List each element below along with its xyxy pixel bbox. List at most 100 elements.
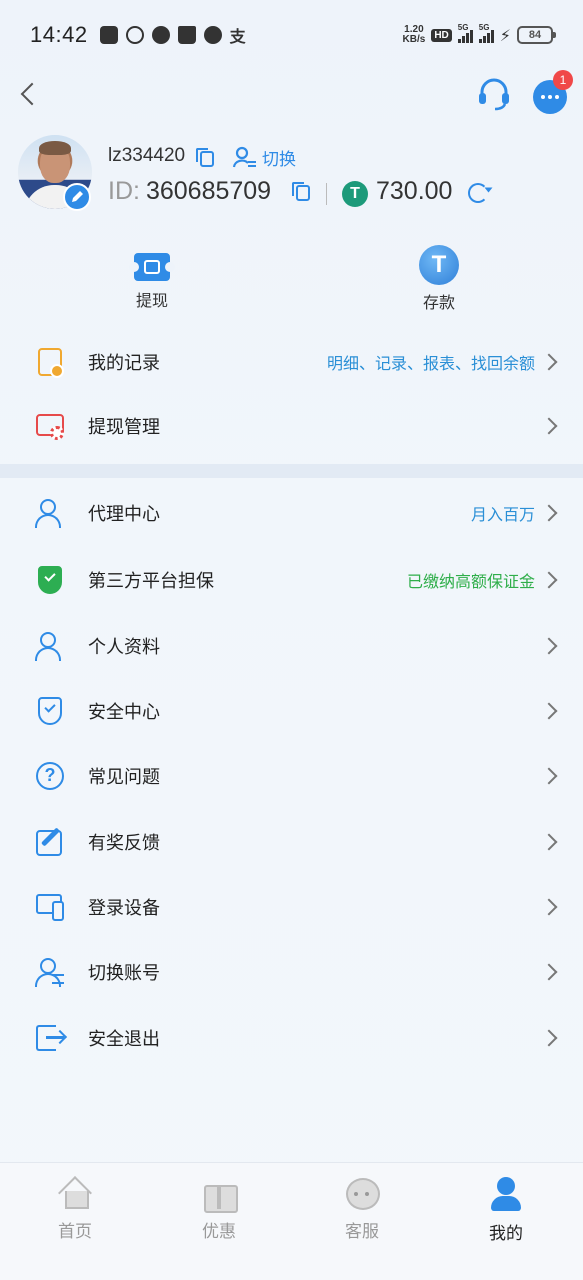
copy-id-icon[interactable] bbox=[292, 182, 310, 201]
refresh-icon[interactable] bbox=[468, 183, 488, 203]
chevron-right-icon bbox=[540, 353, 558, 371]
usdt-coin-icon: T bbox=[342, 181, 368, 207]
divider bbox=[326, 183, 327, 205]
guarantee-shield-icon bbox=[34, 564, 66, 596]
row-hint: 已缴纳高额保证金 bbox=[406, 572, 535, 591]
charging-icon: ⚡ bbox=[499, 25, 511, 45]
chevron-right-icon bbox=[540, 1029, 558, 1047]
chevron-right-icon bbox=[540, 571, 558, 589]
menu-row-switch-account[interactable]: 切换账号 bbox=[0, 940, 583, 1004]
system-icons: 1.20 KB/s HD 5G 5G ⚡ 84 bbox=[402, 23, 556, 45]
security-shield-icon bbox=[34, 695, 66, 727]
message-icon[interactable]: 1 bbox=[533, 70, 573, 114]
feedback-edit-icon bbox=[34, 826, 66, 858]
row-label: 提现管理 bbox=[88, 417, 160, 438]
chevron-right-icon bbox=[540, 898, 558, 916]
tab-label: 我的 bbox=[489, 1224, 523, 1244]
message-badge: 1 bbox=[553, 70, 573, 90]
edit-avatar-icon[interactable] bbox=[63, 183, 91, 211]
withdraw-button[interactable]: 提现 bbox=[92, 245, 212, 311]
chevron-right-icon bbox=[540, 504, 558, 522]
tab-promotions[interactable]: 优惠 bbox=[164, 1177, 274, 1242]
status-bar: 14:42 支 1.20 KB/s HD 5G 5G ⚡ 84 bbox=[0, 0, 583, 70]
customer-service-icon[interactable] bbox=[476, 76, 512, 112]
row-label: 切换账号 bbox=[88, 963, 160, 984]
tether-icon: T bbox=[419, 245, 459, 285]
battery-indicator: 84 bbox=[517, 26, 556, 44]
row-label: 代理中心 bbox=[88, 504, 160, 525]
tab-label: 首页 bbox=[58, 1222, 92, 1242]
row-label: 安全退出 bbox=[88, 1029, 160, 1050]
deposit-button[interactable]: T 存款 bbox=[379, 245, 499, 313]
alipay-icon: 支 bbox=[229, 27, 246, 46]
user-icon bbox=[489, 1177, 523, 1211]
menu-row-guarantee[interactable]: 第三方平台担保 已缴纳高额保证金 bbox=[0, 548, 583, 612]
section-divider bbox=[0, 464, 583, 478]
quick-actions: 提现 T 存款 bbox=[0, 245, 583, 325]
switch-user-icon bbox=[232, 146, 256, 167]
weibo-icon bbox=[203, 26, 222, 44]
chevron-right-icon bbox=[540, 767, 558, 785]
balance: 730.00 bbox=[376, 177, 453, 205]
telegram-icon bbox=[151, 26, 170, 44]
notification-icons: 支 bbox=[99, 23, 246, 47]
question-icon: ? bbox=[34, 760, 66, 792]
chevron-right-icon bbox=[540, 702, 558, 720]
agent-icon bbox=[34, 497, 66, 529]
menu-row-security[interactable]: 安全中心 bbox=[0, 679, 583, 743]
profile-icon bbox=[34, 630, 66, 662]
id-value: 360685709 bbox=[145, 177, 272, 205]
chat-icon bbox=[345, 1177, 380, 1210]
gift-icon bbox=[202, 1177, 238, 1213]
tab-label: 客服 bbox=[345, 1222, 379, 1242]
tab-label: 优惠 bbox=[202, 1222, 236, 1242]
tab-home[interactable]: 首页 bbox=[20, 1177, 130, 1242]
hotspot-icon bbox=[125, 26, 144, 44]
switch-account-icon bbox=[34, 956, 66, 988]
copy-username-icon[interactable] bbox=[196, 148, 214, 167]
row-label: 安全中心 bbox=[88, 702, 160, 723]
id-prefix: ID: bbox=[108, 177, 140, 205]
deposit-label: 存款 bbox=[422, 293, 455, 312]
menu-row-agent[interactable]: 代理中心 月入百万 bbox=[0, 481, 583, 545]
chevron-right-icon bbox=[540, 417, 558, 435]
logout-icon bbox=[34, 1022, 66, 1054]
top-nav: 1 bbox=[0, 70, 583, 120]
row-hint: 月入百万 bbox=[470, 505, 535, 524]
menu-row-faq[interactable]: ? 常见问题 bbox=[0, 744, 583, 808]
hd-badge: HD bbox=[431, 28, 452, 42]
row-label: 我的记录 bbox=[88, 353, 160, 374]
network-speed: 1.20 KB/s bbox=[402, 24, 426, 45]
username: lz334420 bbox=[108, 145, 186, 166]
withdraw-label: 提现 bbox=[135, 291, 168, 310]
switch-account-link[interactable]: 切换 bbox=[232, 145, 296, 170]
row-label: 个人资料 bbox=[88, 637, 160, 658]
mail-icon bbox=[99, 26, 118, 44]
chevron-right-icon bbox=[540, 963, 558, 981]
menu-row-profile[interactable]: 个人资料 bbox=[0, 614, 583, 678]
row-label: 登录设备 bbox=[88, 898, 160, 919]
withdraw-card-icon bbox=[34, 410, 66, 442]
menu-row-withdraw-management[interactable]: 提现管理 bbox=[0, 394, 583, 458]
row-label: 第三方平台担保 bbox=[88, 571, 214, 592]
bottom-tab-bar: 首页 优惠 客服 我的 bbox=[0, 1162, 583, 1280]
tab-customer-service[interactable]: 客服 bbox=[307, 1177, 417, 1242]
signal-sim2-icon: 5G bbox=[478, 23, 494, 43]
tab-mine[interactable]: 我的 bbox=[451, 1177, 561, 1244]
row-hint: 明细、记录、报表、找回余额 bbox=[326, 354, 535, 373]
row-label: 有奖反馈 bbox=[88, 833, 160, 854]
menu-row-feedback[interactable]: 有奖反馈 bbox=[0, 810, 583, 874]
chevron-right-icon bbox=[540, 637, 558, 655]
crown-icon bbox=[177, 26, 196, 44]
profile-header: lz334420 切换 ID: 360685709 T 730.00 bbox=[18, 135, 568, 215]
home-icon bbox=[58, 1177, 92, 1209]
devices-icon bbox=[34, 891, 66, 923]
records-icon bbox=[34, 346, 66, 378]
status-time: 14:42 bbox=[30, 22, 88, 47]
chevron-right-icon bbox=[540, 833, 558, 851]
menu-row-logout[interactable]: 安全退出 bbox=[0, 1006, 583, 1070]
menu-row-devices[interactable]: 登录设备 bbox=[0, 875, 583, 939]
menu-row-records[interactable]: 我的记录 明细、记录、报表、找回余额 bbox=[0, 330, 583, 394]
user-id: ID: 360685709 bbox=[108, 177, 271, 206]
back-icon[interactable] bbox=[18, 80, 38, 108]
